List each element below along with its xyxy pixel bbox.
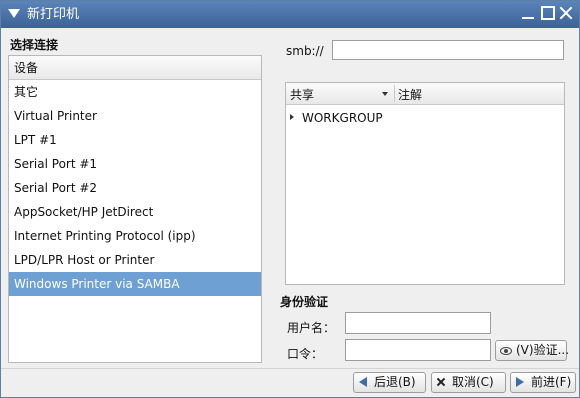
- device-list: 其它 Virtual Printer LPT #1 Serial Port #1 Ser…: [9, 80, 261, 296]
- title-bar: 新打印机: [1, 1, 579, 28]
- device-item[interactable]: Windows Printer via SAMBA: [9, 272, 261, 296]
- share-column-divider[interactable]: [394, 85, 395, 102]
- maximize-icon[interactable]: [541, 6, 555, 20]
- password-label: 口令：: [287, 347, 324, 361]
- forward-label: 前进(F): [531, 375, 572, 389]
- share-list-pane: 共享 注解 WORKGROUP: [285, 82, 565, 285]
- device-item[interactable]: Serial Port #1: [9, 152, 261, 176]
- forward-button[interactable]: 前进(F): [510, 372, 576, 393]
- window-title: 新打印机: [27, 6, 80, 21]
- new-printer-dialog: 新打印机 选择连接 设备 其它 Virtual Printer LPT #1 Seri…: [0, 0, 580, 398]
- smb-input[interactable]: [332, 40, 564, 60]
- device-header-label: 设备: [14, 61, 39, 75]
- workgroup-label: WORKGROUP: [302, 111, 383, 125]
- comment-column-header[interactable]: 注解: [398, 86, 422, 103]
- device-list-pane: 设备 其它 Virtual Printer LPT #1 Serial Port #1…: [8, 55, 262, 363]
- password-input[interactable]: [345, 339, 491, 361]
- device-item[interactable]: LPT #1: [9, 128, 261, 152]
- minimize-icon[interactable]: [521, 6, 535, 20]
- cancel-button[interactable]: 取消(C): [431, 372, 506, 393]
- verify-button[interactable]: (V)验证...: [495, 340, 570, 361]
- expand-arrow-icon[interactable]: [290, 114, 294, 120]
- forward-arrow-icon: [516, 377, 524, 387]
- close-icon[interactable]: [559, 6, 573, 20]
- cancel-x-icon: [437, 378, 445, 386]
- share-column-header[interactable]: 共享: [290, 86, 314, 103]
- footer-separator: [1, 368, 579, 369]
- device-item[interactable]: LPD/LPR Host or Printer: [9, 248, 261, 272]
- device-item[interactable]: Internet Printing Protocol (ipp): [9, 224, 261, 248]
- back-button[interactable]: 后退(B): [353, 372, 426, 393]
- verify-label: (V)验证...: [516, 343, 570, 357]
- select-connection-title: 选择连接: [10, 38, 59, 52]
- back-label: 后退(B): [374, 375, 416, 389]
- eye-icon: [500, 347, 512, 355]
- sort-arrow-icon: [382, 92, 388, 96]
- back-arrow-icon: [359, 377, 367, 387]
- share-list-header: 共享 注解: [286, 83, 564, 105]
- device-item[interactable]: Serial Port #2: [9, 176, 261, 200]
- device-item[interactable]: 其它: [9, 80, 261, 104]
- username-input[interactable]: [345, 312, 491, 334]
- cancel-label: 取消(C): [452, 375, 494, 389]
- device-item[interactable]: AppSocket/HP JetDirect: [9, 200, 261, 224]
- username-label: 用户名：: [287, 321, 336, 335]
- device-column-header[interactable]: 设备: [9, 56, 261, 80]
- device-item[interactable]: Virtual Printer: [9, 104, 261, 128]
- window-menu-icon[interactable]: [8, 9, 20, 18]
- smb-label: smb://: [286, 44, 324, 58]
- authentication-title: 身份验证: [280, 295, 329, 309]
